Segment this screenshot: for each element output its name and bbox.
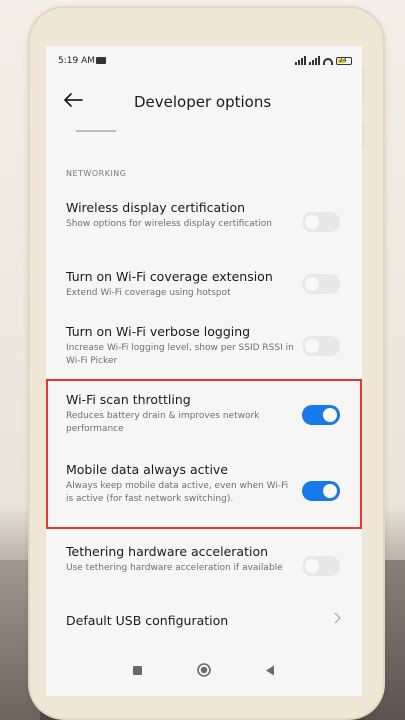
- setting-title: Wi-Fi scan throttling: [66, 392, 191, 407]
- page-title: Developer options: [134, 93, 272, 111]
- toggle-wireless-display-certification[interactable]: [302, 212, 340, 232]
- setting-title: Default USB configuration: [66, 613, 229, 628]
- battery-level: 24: [339, 57, 347, 64]
- signal-icon-2: [309, 56, 320, 65]
- setting-description: Show options for wireless display certif…: [66, 219, 272, 229]
- setting-wifi-coverage-extension[interactable]: Turn on Wi-Fi coverage extension Extend …: [66, 269, 296, 300]
- recents-square-icon[interactable]: [133, 666, 142, 675]
- setting-wifi-verbose-logging[interactable]: Turn on Wi-Fi verbose logging Increase W…: [66, 324, 296, 368]
- navigation-bar: [46, 648, 362, 696]
- chevron-right-icon[interactable]: [332, 612, 342, 624]
- toggle-wifi-verbose-logging[interactable]: [302, 336, 340, 356]
- screen: 5:19 AM 24 Developer options NETWORKING …: [46, 46, 362, 696]
- home-circle-icon[interactable]: [197, 663, 211, 677]
- setting-description: Use tethering hardware acceleration if a…: [66, 563, 283, 573]
- status-bar: 5:19 AM 24: [46, 46, 362, 76]
- setting-tethering-hardware-acceleration[interactable]: Tethering hardware acceleration Use teth…: [66, 544, 296, 575]
- section-label: NETWORKING: [66, 169, 127, 178]
- setting-description: Extend Wi-Fi coverage using hotspot: [66, 288, 231, 298]
- setting-description: Reduces battery drain & improves network…: [66, 411, 260, 434]
- setting-description: Increase Wi-Fi logging level, show per S…: [66, 343, 294, 366]
- setting-wireless-display-certification[interactable]: Wireless display certification Show opti…: [66, 200, 296, 231]
- setting-default-usb-configuration[interactable]: Default USB configuration: [66, 613, 296, 628]
- status-time: 5:19 AM: [58, 56, 95, 66]
- toggle-wifi-coverage-extension[interactable]: [302, 274, 340, 294]
- header: Developer options: [46, 76, 362, 126]
- battery-icon: 24: [336, 57, 352, 65]
- toggle-mobile-data-always-active[interactable]: [302, 481, 340, 501]
- screen-record-icon: [96, 57, 106, 64]
- arrow-left-icon[interactable]: [62, 90, 84, 110]
- setting-title: Wireless display certification: [66, 200, 246, 215]
- setting-title: Tethering hardware acceleration: [66, 544, 269, 559]
- setting-title: Turn on Wi-Fi verbose logging: [66, 324, 251, 339]
- toggle-tethering-hardware-acceleration[interactable]: [302, 556, 340, 576]
- setting-title: Mobile data always active: [66, 462, 228, 477]
- status-icons: 24: [295, 56, 352, 65]
- scrolled-content-edge: [66, 126, 126, 136]
- signal-icon: [295, 56, 306, 65]
- setting-mobile-data-always-active[interactable]: Mobile data always active Always keep mo…: [66, 462, 296, 506]
- setting-description: Always keep mobile data active, even whe…: [66, 481, 289, 504]
- back-triangle-icon[interactable]: [265, 665, 275, 676]
- setting-title: Turn on Wi-Fi coverage extension: [66, 269, 273, 284]
- setting-wifi-scan-throttling[interactable]: Wi-Fi scan throttling Reduces battery dr…: [66, 392, 296, 436]
- wifi-icon: [323, 58, 333, 65]
- toggle-wifi-scan-throttling[interactable]: [302, 405, 340, 425]
